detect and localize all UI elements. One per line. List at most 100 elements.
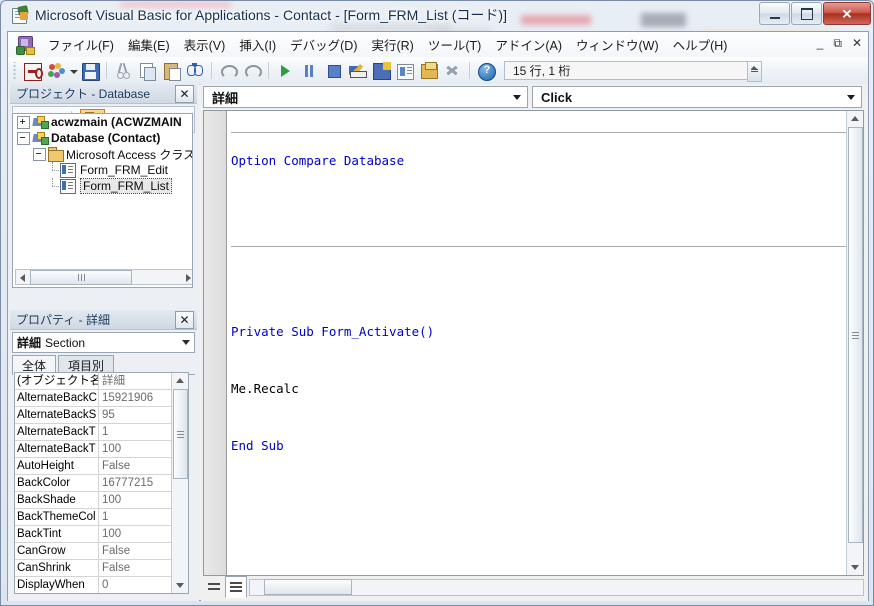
minimize-button[interactable]: [759, 2, 790, 25]
table-row[interactable]: AlternateBackT 100: [15, 441, 171, 458]
property-value[interactable]: False: [99, 458, 171, 474]
properties-title-bar[interactable]: プロパティ - 詳細 ✕: [10, 310, 197, 330]
table-row[interactable]: BackColor 16777215: [15, 475, 171, 492]
floppy-disk-icon[interactable]: [79, 60, 101, 82]
procedure-combo-box[interactable]: Click: [532, 86, 862, 108]
chevron-down-icon[interactable]: [68, 60, 78, 82]
stop-square-icon[interactable]: [322, 60, 344, 82]
property-value[interactable]: False: [99, 560, 171, 576]
table-row[interactable]: (オブジェクト名) 詳細: [15, 373, 171, 390]
chevron-down-icon[interactable]: [182, 340, 190, 345]
toolbar-grip[interactable]: [11, 61, 18, 80]
tree-node-form-frm-list[interactable]: Form_FRM_List: [13, 178, 192, 194]
procedure-view-icon[interactable]: [203, 576, 225, 598]
colored-balls-icon[interactable]: [45, 60, 67, 82]
redo-arrow-icon[interactable]: [241, 60, 263, 82]
project-tree[interactable]: acwzmain (ACWZMAIN Database (Contact) Mi…: [12, 113, 193, 288]
scroll-down-icon[interactable]: [173, 578, 187, 592]
code-margin-indicator-bar[interactable]: [204, 111, 227, 575]
scroll-left-icon[interactable]: [250, 580, 264, 594]
table-row[interactable]: CanGrow False: [15, 543, 171, 560]
play-triangle-icon[interactable]: [274, 60, 296, 82]
menu-item-tools[interactable]: ツール(T): [421, 31, 488, 58]
table-row[interactable]: DisplayWhen 0: [15, 577, 171, 593]
properties-object-selector[interactable]: 詳細 Section: [12, 332, 195, 353]
property-value[interactable]: 100: [99, 492, 171, 508]
menu-item-addins[interactable]: アドイン(A): [488, 31, 569, 58]
property-value[interactable]: 15921906: [99, 390, 171, 406]
undo-arrow-icon[interactable]: [217, 60, 239, 82]
scroll-left-icon[interactable]: [16, 270, 30, 284]
property-value[interactable]: 100: [99, 441, 171, 457]
mdi-close-button[interactable]: ✕: [852, 36, 862, 50]
menu-item-run[interactable]: 実行(R): [364, 31, 420, 58]
code-vscrollbar[interactable]: [846, 111, 863, 575]
toolbox-hammer-icon[interactable]: [442, 60, 464, 82]
property-value[interactable]: False: [99, 543, 171, 559]
menu-item-view[interactable]: 表示(V): [177, 31, 233, 58]
expander-icon[interactable]: [17, 131, 30, 145]
copy-icon[interactable]: [136, 60, 158, 82]
expander-icon[interactable]: [33, 147, 46, 161]
vscroll-thumb[interactable]: [848, 127, 863, 543]
tree-node-database[interactable]: Database (Contact): [13, 130, 192, 146]
tree-node-acwzmain[interactable]: acwzmain (ACWZMAIN: [13, 114, 192, 130]
property-value[interactable]: 1: [99, 509, 171, 525]
menu-item-insert[interactable]: 挿入(I): [232, 31, 283, 58]
mdi-minimize-button[interactable]: _: [817, 36, 824, 50]
project-explorer-icon[interactable]: [370, 60, 392, 82]
property-value[interactable]: 100: [99, 526, 171, 542]
vscroll-thumb[interactable]: [173, 389, 188, 479]
expander-icon[interactable]: [17, 115, 30, 129]
chevron-down-icon[interactable]: [513, 95, 521, 100]
close-button[interactable]: ✕: [823, 2, 871, 25]
project-explorer-close-icon[interactable]: ✕: [175, 85, 194, 103]
ruler-pencil-icon[interactable]: [346, 60, 368, 82]
table-row[interactable]: CanShrink False: [15, 560, 171, 577]
table-row[interactable]: BackThemeCol 1: [15, 509, 171, 526]
hscroll-thumb[interactable]: [30, 269, 132, 285]
tree-node-access-classes[interactable]: Microsoft Access クラス: [13, 146, 192, 162]
properties-grid[interactable]: (オブジェクト名) 詳細 AlternateBackC 15921906 Alter…: [14, 372, 189, 594]
code-text-area[interactable]: Option Compare Database Private Sub Form…: [203, 110, 864, 576]
help-question-icon[interactable]: ?: [475, 60, 497, 82]
property-value[interactable]: 詳細: [99, 373, 171, 389]
scissors-icon[interactable]: [112, 60, 134, 82]
scroll-down-icon[interactable]: [848, 560, 862, 574]
properties-vscrollbar[interactable]: [171, 373, 188, 593]
object-combo-box[interactable]: 詳細: [203, 86, 528, 108]
chevron-down-icon[interactable]: [847, 95, 855, 100]
property-value[interactable]: 95: [99, 407, 171, 423]
toolbar-overflow-button[interactable]: [747, 61, 762, 82]
tree-node-form-frm-edit[interactable]: Form_FRM_Edit: [13, 162, 192, 178]
paste-icon[interactable]: [160, 60, 182, 82]
project-tree-hscrollbar[interactable]: [15, 269, 192, 285]
table-row[interactable]: BackTint 100: [15, 526, 171, 543]
pause-icon[interactable]: [298, 60, 320, 82]
table-row[interactable]: AutoHeight False: [15, 458, 171, 475]
code-lines[interactable]: Option Compare Database Private Sub Form…: [231, 113, 846, 575]
access-key-icon[interactable]: [21, 60, 43, 82]
mdi-restore-button[interactable]: ⧉: [833, 36, 842, 50]
scroll-up-icon[interactable]: [848, 111, 862, 125]
table-row[interactable]: AlternateBackC 15921906: [15, 390, 171, 407]
scroll-up-icon[interactable]: [173, 373, 187, 387]
properties-close-icon[interactable]: ✕: [175, 311, 194, 329]
hscroll-thumb[interactable]: [264, 579, 352, 595]
menu-item-file[interactable]: ファイル(F): [41, 31, 121, 58]
table-row[interactable]: AlternateBackT 1: [15, 424, 171, 441]
project-explorer-title-bar[interactable]: プロジェクト - Database ✕: [10, 84, 197, 104]
menu-item-window[interactable]: ウィンドウ(W): [569, 31, 666, 58]
menu-item-debug[interactable]: デバッグ(D): [283, 31, 364, 58]
scroll-right-icon[interactable]: [181, 270, 192, 284]
maximize-button[interactable]: [791, 2, 822, 25]
menu-item-edit[interactable]: 編集(E): [121, 31, 177, 58]
table-row[interactable]: BackShade 100: [15, 492, 171, 509]
properties-window-icon[interactable]: [394, 60, 416, 82]
binoculars-icon[interactable]: [184, 60, 206, 82]
property-value[interactable]: 16777215: [99, 475, 171, 491]
scroll-right-icon[interactable]: [849, 580, 863, 594]
menu-item-help[interactable]: ヘルプ(H): [666, 31, 735, 58]
property-value[interactable]: 0: [99, 577, 171, 593]
title-bar[interactable]: Microsoft Visual Basic for Applications …: [1, 1, 874, 29]
